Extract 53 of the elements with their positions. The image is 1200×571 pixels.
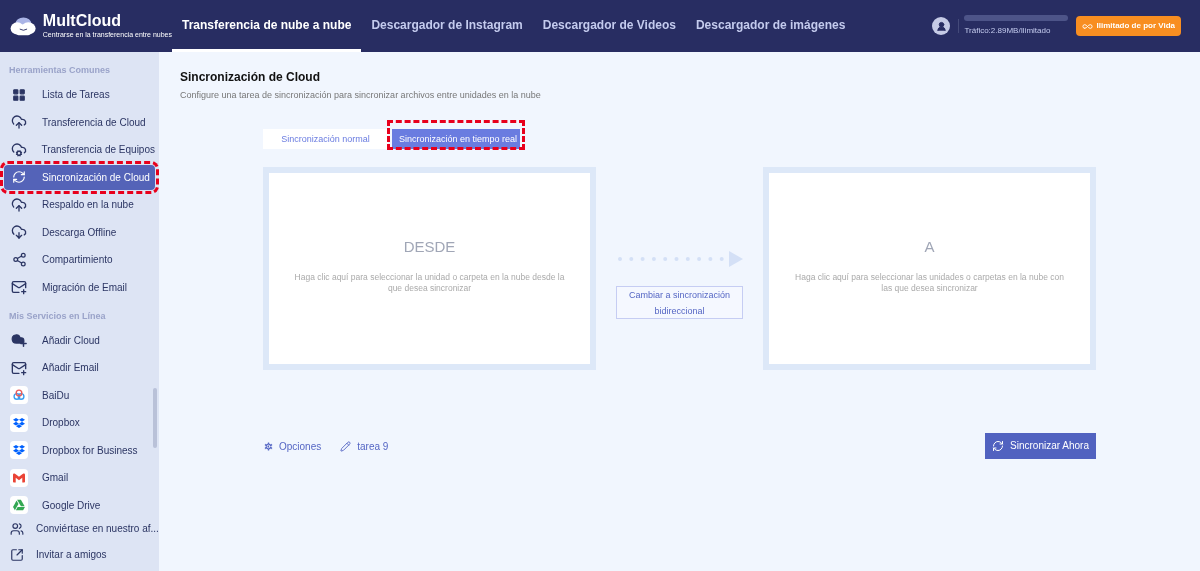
mail-plus-icon [11,359,27,376]
nav-tab[interactable]: Descargador de Instagram [361,0,533,52]
cloud-sync-icon [12,170,26,184]
cloud-plus-icon [10,332,28,348]
sidebar-item[interactable]: Añadir Cloud [4,327,155,353]
sidebar-link[interactable]: Invitar a amigos [0,542,159,567]
cloud-arrow-icon [11,114,27,130]
sync-mode-tab[interactable]: Sincronización en tiempo real [392,129,520,150]
sync-mode-tab[interactable]: Sincronización normal [263,129,388,150]
nav-tab[interactable]: Descargador de imágenes [685,0,856,52]
page-title: Sincronización de Cloud [180,69,321,86]
external-link-icon [10,547,24,562]
sidebar-item[interactable]: Dropbox for Business [4,437,155,463]
section-heading: Herramientas Comunes [8,64,112,77]
options-button[interactable]: Opciones [263,439,322,454]
logo-text: MultCloud [42,11,122,30]
grid-icon [12,87,26,102]
cloud-download-icon [11,224,27,240]
sidebar-item[interactable]: Gmail [4,465,155,490]
sidebar-item[interactable]: Descarga Offline [4,219,155,245]
page-subtitle: Configure una tarea de sincronización para sincronizar archivos entre unidades en la nube [180,89,542,102]
sidebar-item[interactable]: Transferencia de Equipos [4,137,155,162]
sidebar-item[interactable]: BaiDu [4,382,155,408]
dotted-arrow-icon [616,249,743,268]
task-name-button[interactable]: tarea 9 [340,439,389,454]
sidebar-item[interactable]: Google Drive [4,492,155,518]
sidebar-item[interactable]: Añadir Email [4,355,155,380]
open-box-logo-icon [10,441,28,459]
scrollbar[interactable] [153,388,157,448]
user-avatar-icon[interactable] [932,17,951,35]
section-heading: Mis Servicios en Línea [8,309,107,323]
open-box-logo-icon [10,413,28,432]
switch-direction-button[interactable]: Cambiar a sincronización bidireccional [616,285,743,319]
nav-tab[interactable]: Transferencia de nube a nube [172,0,362,52]
pencil-icon [340,441,352,452]
triangle-logo-icon [10,496,28,514]
sidebar-link[interactable]: Conviértase en nuestro af... [0,516,159,541]
m-logo-icon [10,468,28,487]
sidebar-item[interactable]: Sincronización de Cloud [4,164,155,190]
sidebar-item[interactable]: Migración de Email [4,274,155,300]
sync-icon [992,439,1005,452]
sidebar-item[interactable]: Transferencia de Cloud [4,109,155,135]
share-icon [11,252,27,267]
rings-logo-icon [10,386,28,404]
traffic-text: Tráfico:2.89MB/Ilimitado [964,25,1052,37]
sync-now-button[interactable]: Sincronizar Ahora [985,432,1096,459]
people-icon [10,521,24,536]
gear-icon [263,441,274,452]
sidebar-item[interactable]: Compartimiento [4,247,155,272]
nav-tab[interactable]: Descargador de Videos [532,0,686,52]
mail-plus-icon [11,279,27,295]
sidebar-item[interactable]: Respaldo en la nube [4,192,155,217]
sidebar-item[interactable]: Lista de Tareas [4,82,155,107]
